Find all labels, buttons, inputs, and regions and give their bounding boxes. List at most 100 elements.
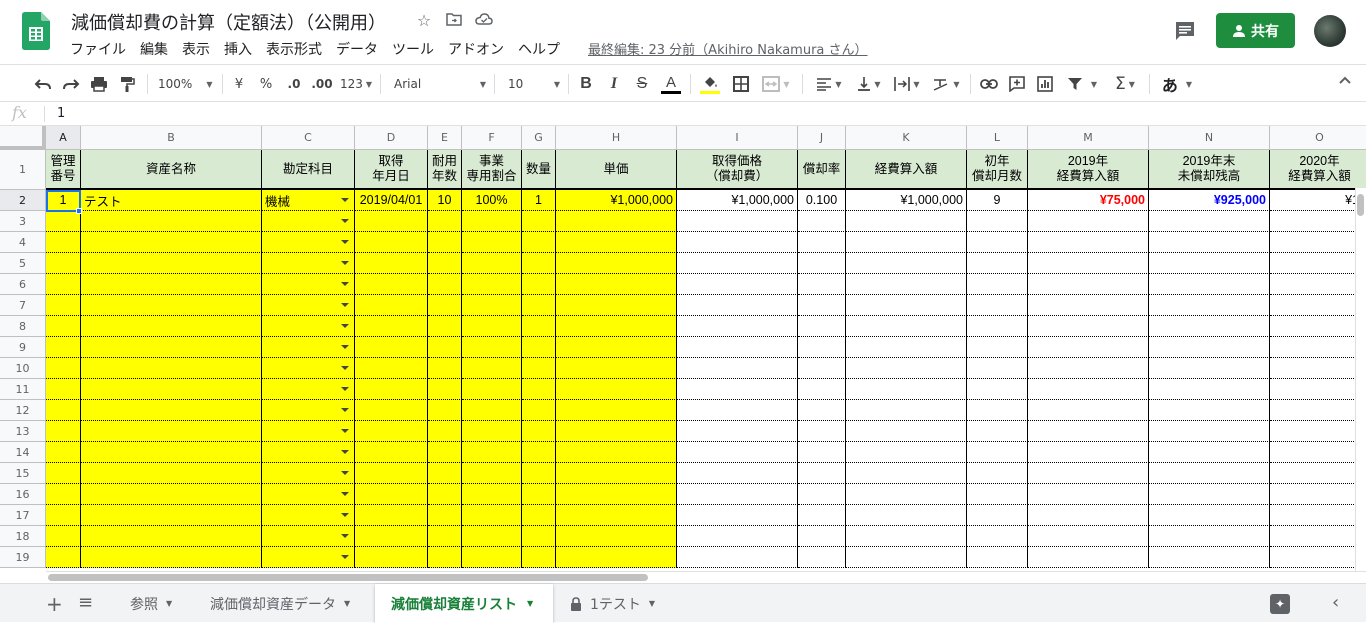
empty-cell[interactable] xyxy=(798,421,846,442)
empty-cell[interactable] xyxy=(677,316,798,337)
column-header-h[interactable]: H xyxy=(556,126,677,150)
empty-cell[interactable] xyxy=(967,400,1028,421)
print-button[interactable] xyxy=(88,71,110,97)
empty-cell[interactable] xyxy=(798,442,846,463)
empty-cell[interactable] xyxy=(846,337,967,358)
column-header-d[interactable]: D xyxy=(355,126,428,150)
empty-cell[interactable] xyxy=(798,358,846,379)
sheet-tab-reference[interactable]: 参照 ▼ xyxy=(120,584,182,623)
empty-cell[interactable] xyxy=(677,379,798,400)
row-header[interactable]: 2 xyxy=(0,190,46,211)
empty-cell[interactable] xyxy=(677,463,798,484)
empty-cell[interactable] xyxy=(1149,211,1270,232)
empty-cell[interactable] xyxy=(556,232,677,253)
empty-cell[interactable] xyxy=(967,526,1028,547)
empty-cell[interactable] xyxy=(556,253,677,274)
currency-format-button[interactable]: ¥ xyxy=(232,71,246,97)
header-cell[interactable]: 2019年 経費算入額 xyxy=(1028,150,1149,190)
empty-cell[interactable] xyxy=(846,484,967,505)
empty-cell[interactable] xyxy=(798,547,846,568)
text-wrap-button[interactable]: ▼ xyxy=(890,71,924,97)
empty-cell[interactable] xyxy=(1149,400,1270,421)
empty-cell[interactable] xyxy=(462,484,522,505)
empty-cell[interactable] xyxy=(522,358,556,379)
empty-cell[interactable] xyxy=(1028,358,1149,379)
empty-cell[interactable] xyxy=(798,232,846,253)
empty-cell[interactable] xyxy=(556,337,677,358)
data-cell[interactable]: 0.100 xyxy=(798,190,846,211)
empty-cell[interactable] xyxy=(81,337,262,358)
empty-cell[interactable] xyxy=(967,463,1028,484)
vertical-scrollbar[interactable] xyxy=(1355,188,1366,571)
empty-dropdown-cell[interactable] xyxy=(262,253,355,274)
empty-cell[interactable] xyxy=(1028,421,1149,442)
empty-cell[interactable] xyxy=(677,547,798,568)
empty-cell[interactable] xyxy=(355,316,428,337)
empty-cell[interactable] xyxy=(677,442,798,463)
empty-dropdown-cell[interactable] xyxy=(262,379,355,400)
data-cell[interactable]: ¥1,000,000 xyxy=(677,190,798,211)
empty-cell[interactable] xyxy=(81,274,262,295)
empty-cell[interactable] xyxy=(846,316,967,337)
empty-cell[interactable] xyxy=(846,379,967,400)
empty-cell[interactable] xyxy=(1149,484,1270,505)
empty-cell[interactable] xyxy=(1028,316,1149,337)
dropdown-arrow-icon[interactable] xyxy=(341,324,349,328)
empty-cell[interactable] xyxy=(1028,253,1149,274)
empty-cell[interactable] xyxy=(1028,463,1149,484)
empty-cell[interactable] xyxy=(522,274,556,295)
empty-cell[interactable] xyxy=(967,316,1028,337)
empty-cell[interactable] xyxy=(967,295,1028,316)
row-header[interactable]: 19 xyxy=(0,547,46,568)
empty-cell[interactable] xyxy=(355,442,428,463)
empty-cell[interactable] xyxy=(462,421,522,442)
empty-cell[interactable] xyxy=(967,253,1028,274)
empty-cell[interactable] xyxy=(355,526,428,547)
empty-cell[interactable] xyxy=(462,358,522,379)
header-cell[interactable]: 資産名称 xyxy=(81,150,262,190)
empty-dropdown-cell[interactable] xyxy=(262,463,355,484)
empty-cell[interactable] xyxy=(522,484,556,505)
dropdown-arrow-icon[interactable] xyxy=(341,282,349,286)
insert-comment-button[interactable] xyxy=(1006,71,1028,97)
empty-cell[interactable] xyxy=(798,337,846,358)
empty-cell[interactable] xyxy=(1028,274,1149,295)
empty-cell[interactable] xyxy=(1028,526,1149,547)
row-header[interactable]: 4 xyxy=(0,232,46,253)
header-cell[interactable]: 管理 番号 xyxy=(46,150,81,190)
insert-link-button[interactable] xyxy=(978,71,1000,97)
empty-cell[interactable] xyxy=(462,463,522,484)
comment-history-button[interactable] xyxy=(1170,16,1200,46)
empty-cell[interactable] xyxy=(1028,232,1149,253)
empty-cell[interactable] xyxy=(1028,505,1149,526)
empty-cell[interactable] xyxy=(462,379,522,400)
add-sheet-button[interactable]: + xyxy=(46,592,63,616)
empty-cell[interactable] xyxy=(1270,463,1366,484)
row-header[interactable]: 16 xyxy=(0,484,46,505)
empty-cell[interactable] xyxy=(462,253,522,274)
empty-cell[interactable] xyxy=(1028,400,1149,421)
empty-cell[interactable] xyxy=(428,505,462,526)
empty-cell[interactable] xyxy=(428,421,462,442)
empty-cell[interactable] xyxy=(355,253,428,274)
empty-cell[interactable] xyxy=(428,316,462,337)
column-header-e[interactable]: E xyxy=(428,126,462,150)
empty-cell[interactable] xyxy=(1149,526,1270,547)
empty-cell[interactable] xyxy=(81,484,262,505)
column-header-k[interactable]: K xyxy=(846,126,967,150)
empty-cell[interactable] xyxy=(522,232,556,253)
empty-cell[interactable] xyxy=(846,358,967,379)
empty-cell[interactable] xyxy=(428,337,462,358)
empty-cell[interactable] xyxy=(556,421,677,442)
empty-cell[interactable] xyxy=(967,358,1028,379)
dropdown-arrow-icon[interactable] xyxy=(341,387,349,391)
explore-icon[interactable]: ✦ xyxy=(1270,594,1290,614)
row-header[interactable]: 18 xyxy=(0,526,46,547)
empty-cell[interactable] xyxy=(355,547,428,568)
empty-cell[interactable] xyxy=(81,295,262,316)
data-cell[interactable]: ¥1,000,000 xyxy=(556,190,677,211)
side-panel-toggle-icon[interactable]: ‹ xyxy=(1332,592,1339,613)
empty-cell[interactable] xyxy=(46,274,81,295)
column-header-j[interactable]: J xyxy=(798,126,846,150)
empty-cell[interactable] xyxy=(355,358,428,379)
